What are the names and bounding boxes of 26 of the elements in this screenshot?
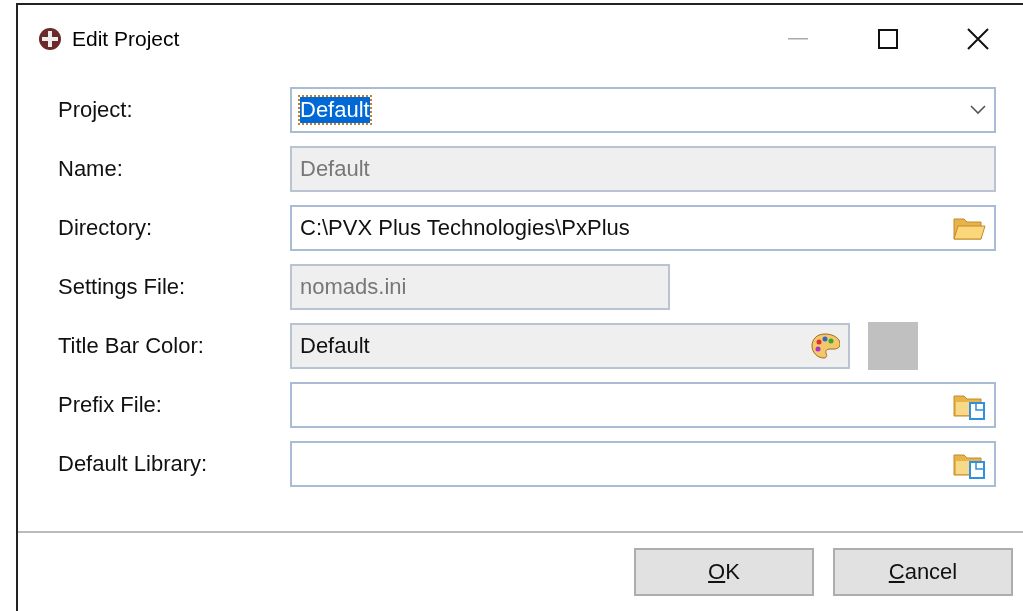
ok-button[interactable]: OK (634, 548, 814, 596)
cancel-button[interactable]: Cancel (833, 548, 1013, 596)
field-value: Default (300, 156, 370, 182)
maximize-icon[interactable] (878, 29, 898, 49)
field-value: Default (300, 333, 370, 359)
field-label: Title Bar Color: (58, 333, 205, 359)
input-field[interactable]: C:\PVX Plus Technologies\PxPlus (290, 205, 996, 251)
field-label: Default Library: (58, 451, 209, 477)
color-swatch[interactable] (868, 322, 918, 370)
chevron-down-icon[interactable] (970, 105, 986, 115)
field-label: Settings File: (58, 274, 187, 300)
close-icon[interactable] (967, 28, 989, 50)
palette-icon[interactable] (810, 332, 840, 360)
input-field[interactable] (290, 382, 996, 428)
color-field[interactable]: Default (290, 323, 850, 369)
field-label: Name: (58, 156, 124, 182)
field-label: Prefix File: (58, 392, 163, 418)
field-value: nomads.ini (300, 274, 407, 300)
field-value: C:\PVX Plus Technologies\PxPlus (300, 215, 630, 241)
window-title: Edit Project (72, 27, 181, 51)
app-logo-icon (38, 27, 62, 51)
field-label: Project: (58, 97, 134, 123)
field-value: Default (300, 97, 370, 123)
input-field[interactable] (290, 441, 996, 487)
field-label: Directory: (58, 215, 154, 241)
project-dropdown[interactable]: Default (290, 87, 996, 133)
